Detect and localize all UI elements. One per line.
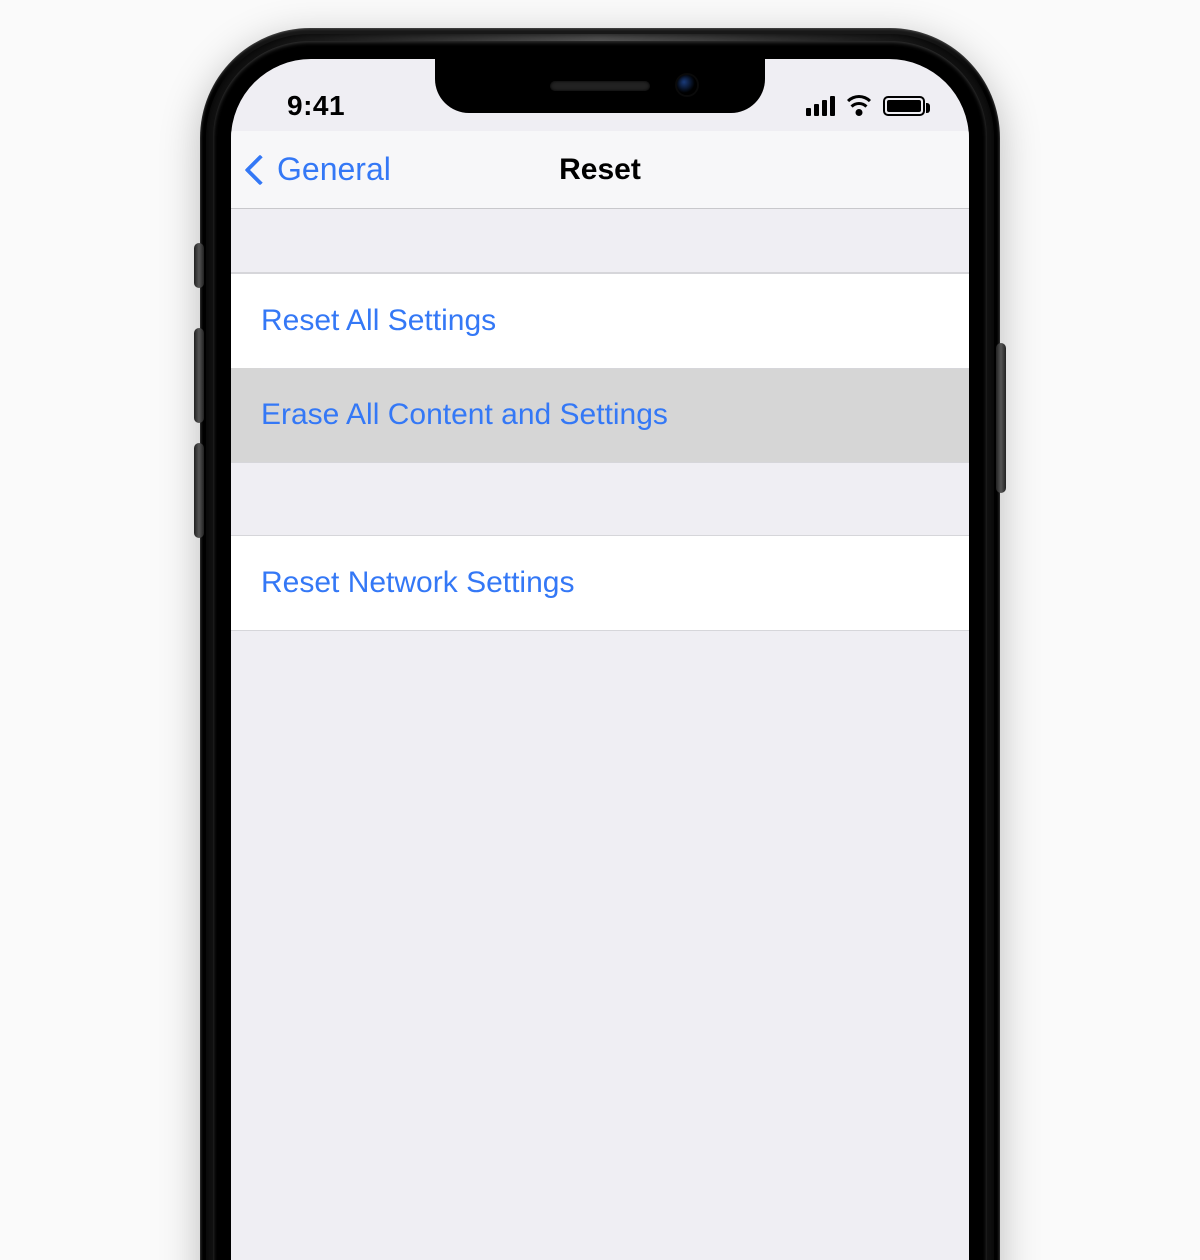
wifi-icon [845, 95, 873, 117]
list-spacer [231, 209, 969, 273]
nav-bar: General Reset [231, 131, 969, 209]
cell-label: Erase All Content and Settings [261, 398, 668, 432]
reset-group-2: Reset Network Settings [231, 535, 969, 631]
chevron-left-icon [244, 154, 275, 185]
front-camera [677, 75, 697, 95]
power-button [996, 343, 1006, 493]
phone-frame: 9:41 General Reset [200, 28, 1000, 1260]
reset-all-settings[interactable]: Reset All Settings [231, 274, 969, 368]
status-time: 9:41 [287, 90, 345, 122]
cell-label: Reset All Settings [261, 304, 496, 338]
cellular-signal-icon [806, 96, 835, 116]
mute-switch [194, 243, 204, 288]
volume-down-button [194, 443, 204, 538]
notch [435, 59, 765, 113]
reset-group-1: Reset All Settings Erase All Content and… [231, 273, 969, 463]
erase-all-content-and-settings[interactable]: Erase All Content and Settings [231, 368, 969, 462]
settings-list[interactable]: Reset All Settings Erase All Content and… [231, 209, 969, 1260]
screen: 9:41 General Reset [231, 59, 969, 1260]
speaker-grille [550, 81, 650, 91]
cell-label: Reset Network Settings [261, 566, 574, 600]
volume-up-button [194, 328, 204, 423]
back-button[interactable]: General [249, 131, 391, 208]
battery-icon [883, 96, 925, 116]
page-title: Reset [559, 153, 641, 187]
list-spacer [231, 463, 969, 535]
reset-network-settings[interactable]: Reset Network Settings [231, 536, 969, 630]
back-label: General [277, 151, 391, 188]
